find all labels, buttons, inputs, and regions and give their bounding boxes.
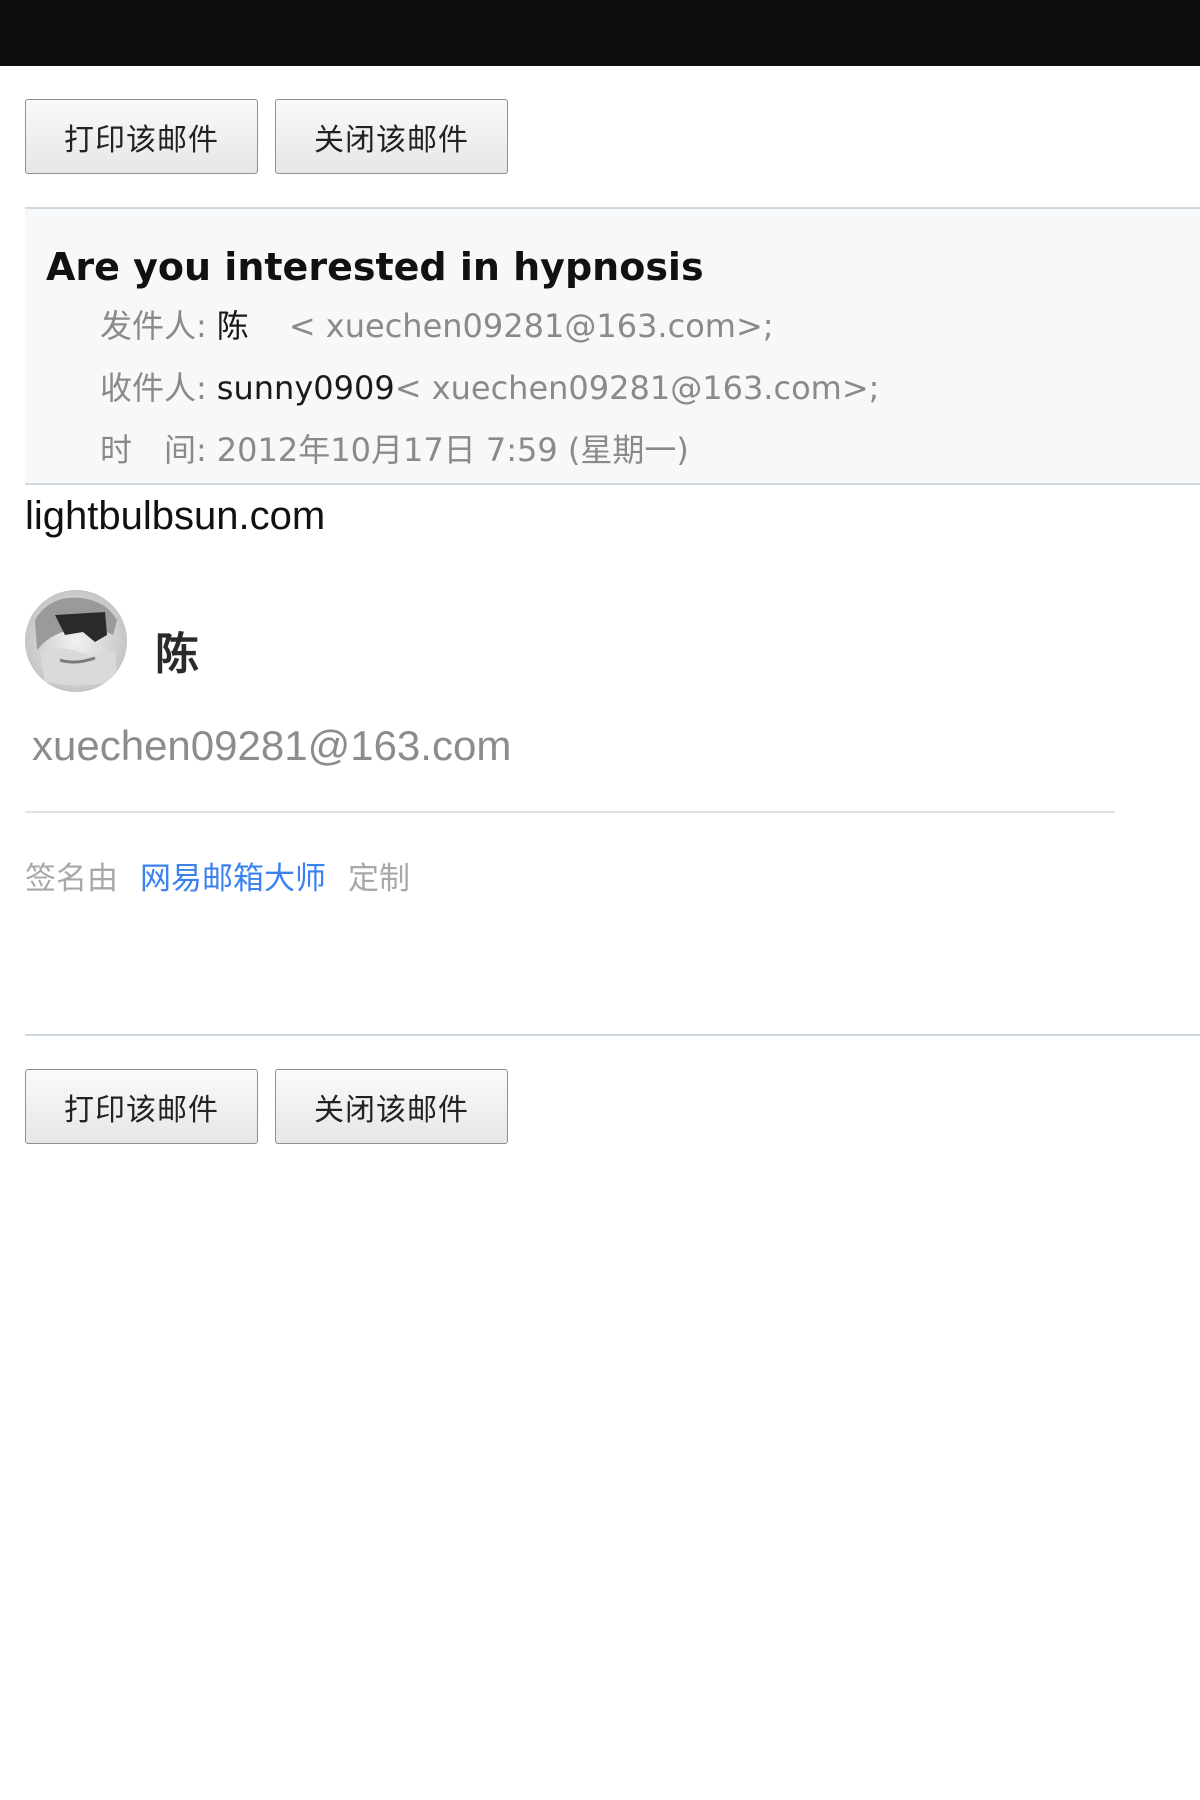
credit-suffix: 定制 [348, 861, 410, 897]
close-email-button-bottom[interactable]: 关闭该邮件 [275, 1069, 508, 1144]
mail-master-link[interactable]: 网易邮箱大师 [140, 861, 326, 897]
top-bar [0, 0, 1200, 66]
to-label: 收件人: [100, 369, 207, 407]
top-toolbar: 打印该邮件 关闭该邮件 [25, 99, 508, 174]
email-body: lightbulbsun.com [25, 494, 326, 538]
time-row: 时 间: 2012年10月17日 7:59 (星期一) [100, 425, 689, 471]
from-name: 陈 [216, 307, 249, 345]
from-row: 发件人: 陈 < xuechen09281@163.com>; [100, 301, 774, 347]
signature-divider [25, 811, 1115, 813]
email-header: Are you interested in hypnosis 发件人: 陈 < xu… [25, 207, 1200, 485]
footer-divider [25, 1034, 1200, 1036]
sunglasses-avatar-icon [25, 590, 127, 692]
bottom-toolbar: 打印该邮件 关闭该邮件 [25, 1069, 508, 1144]
to-name: sunny0909 [216, 369, 395, 407]
to-address[interactable]: < xuechen09281@163.com>; [395, 369, 880, 407]
time-label: 时 间: [100, 431, 207, 469]
time-value: 2012年10月17日 7:59 (星期一) [216, 431, 689, 469]
signature-email: xuechen09281@163.com [32, 722, 512, 769]
from-address[interactable]: < xuechen09281@163.com>; [289, 307, 774, 345]
credit-prefix: 签名由 [25, 861, 118, 897]
from-label: 发件人: [100, 307, 207, 345]
signature-name: 陈 [155, 629, 199, 680]
print-email-button-bottom[interactable]: 打印该邮件 [25, 1069, 258, 1144]
print-email-button[interactable]: 打印该邮件 [25, 99, 258, 174]
close-email-button[interactable]: 关闭该邮件 [275, 99, 508, 174]
signature-credit: 签名由 网易邮箱大师 定制 [25, 853, 410, 898]
to-row: 收件人: sunny0909< xuechen09281@163.com>; [100, 363, 879, 409]
email-subject: Are you interested in hypnosis [46, 245, 704, 289]
